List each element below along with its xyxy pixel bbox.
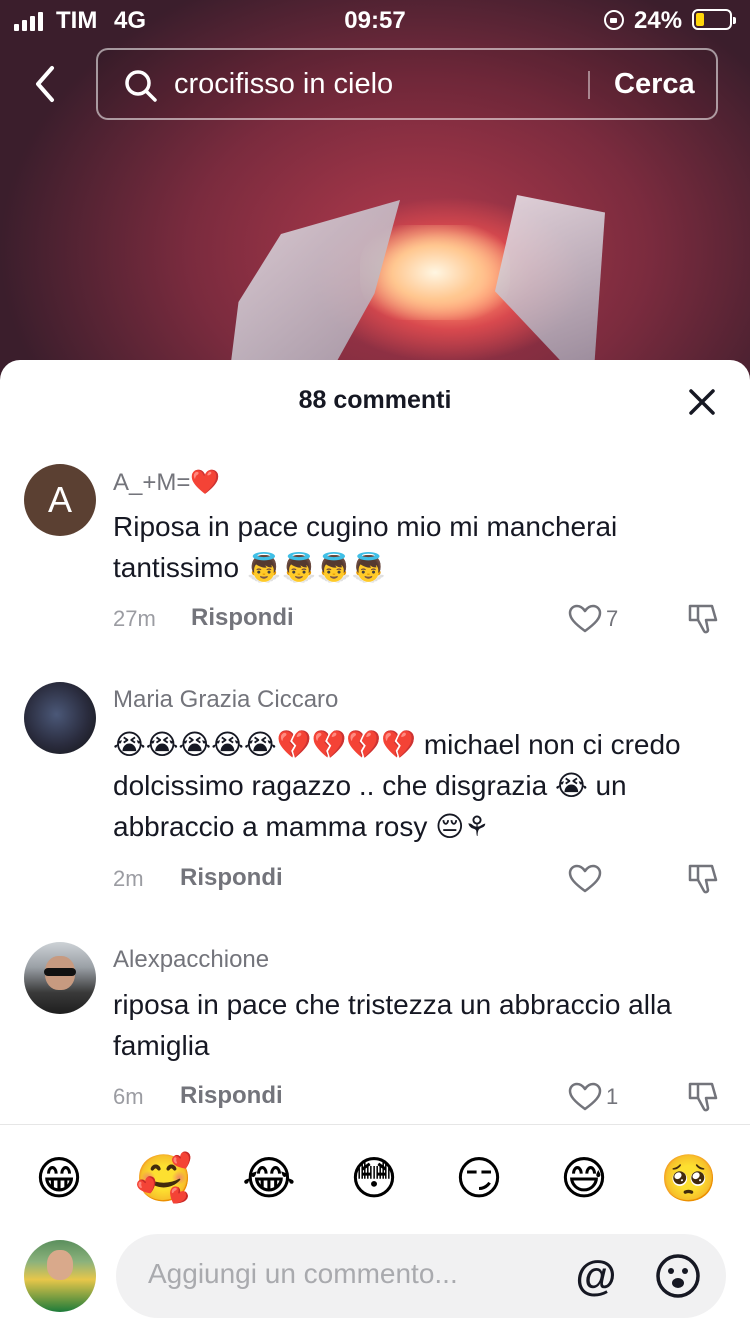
emoji-quick-bar: 😁 🥰 😂 😳 😏 😅 🥺 xyxy=(0,1140,750,1220)
comment-text: riposa in pace che tristezza un abbracci… xyxy=(113,989,672,1061)
dislike-button[interactable] xyxy=(686,602,720,636)
heart-icon xyxy=(568,1082,602,1111)
search-divider xyxy=(588,71,590,99)
emoji-sweat-smile-button[interactable]: 😅 xyxy=(554,1148,614,1208)
avatar[interactable]: A xyxy=(24,464,96,536)
dislike-button[interactable] xyxy=(686,862,720,896)
close-icon xyxy=(689,389,715,415)
status-bar: TIM 4G 09:57 24% xyxy=(0,0,750,42)
comment-text: Riposa in pace cugino mio mi mancherai t… xyxy=(113,511,618,583)
battery-icon xyxy=(692,9,736,30)
comment-username[interactable]: A_+M=❤️ xyxy=(113,468,220,497)
comment-text: 😭😭😭😭😭💔💔💔💔 michael non ci credo dolcissim… xyxy=(113,729,681,842)
my-avatar[interactable] xyxy=(24,1240,96,1312)
reply-button[interactable]: Rispondi xyxy=(191,604,294,632)
emoji-picker-button[interactable] xyxy=(654,1252,702,1300)
comment-input[interactable]: Aggiungi un commento... @ xyxy=(116,1234,726,1318)
back-button[interactable] xyxy=(28,62,64,106)
reply-button[interactable]: Rispondi xyxy=(180,864,283,892)
comment-time: 2m xyxy=(113,866,144,891)
search-query-text: crocifisso in cielo xyxy=(174,68,394,100)
heart-icon xyxy=(568,604,602,633)
video-foil-shape-right xyxy=(495,195,605,370)
rotation-lock-icon xyxy=(604,10,624,30)
comment-time: 27m xyxy=(113,606,156,631)
search-input[interactable]: crocifisso in cielo Cerca xyxy=(96,48,718,120)
reply-button[interactable]: Rispondi xyxy=(180,1082,283,1110)
comment-time: 6m xyxy=(113,1084,144,1109)
thumbs-down-icon xyxy=(688,864,718,894)
like-count: 1 xyxy=(606,1084,619,1109)
like-count: 7 xyxy=(606,606,619,631)
dislike-button[interactable] xyxy=(686,1080,720,1114)
comments-count-title: 88 commenti xyxy=(298,386,452,414)
thumbs-down-icon xyxy=(688,1082,718,1112)
heart-icon xyxy=(568,864,602,893)
search-icon xyxy=(125,70,157,102)
emoji-flushed-button[interactable]: 😳 xyxy=(344,1148,404,1208)
like-button[interactable] xyxy=(568,1082,604,1114)
avatar[interactable] xyxy=(24,682,96,754)
like-button[interactable] xyxy=(568,864,604,896)
emoji-smirk-button[interactable]: 😏 xyxy=(449,1148,509,1208)
avatar[interactable] xyxy=(24,942,96,1014)
search-submit-button[interactable]: Cerca xyxy=(614,68,695,101)
chevron-left-icon xyxy=(36,66,54,102)
comment-username[interactable]: Maria Grazia Ciccaro xyxy=(113,686,338,714)
comment-input-placeholder: Aggiungi un commento... xyxy=(148,1258,458,1289)
mention-button[interactable]: @ xyxy=(572,1252,620,1300)
comments-sheet: 88 commenti A A_+M=❤️ Riposa in pace cug… xyxy=(0,360,750,1334)
video-foil-shape-left xyxy=(230,200,400,370)
emoji-hearts-button[interactable]: 🥰 xyxy=(134,1148,194,1208)
comment-username[interactable]: Alexpacchione xyxy=(113,946,269,974)
close-button[interactable] xyxy=(684,384,720,420)
emoji-tears-of-joy-button[interactable]: 😂 xyxy=(239,1148,299,1208)
emoji-grin-button[interactable]: 😁 xyxy=(29,1148,89,1208)
thumbs-down-icon xyxy=(688,604,718,634)
battery-percentage: 24% xyxy=(634,7,683,34)
emoji-bar-divider xyxy=(0,1124,750,1125)
emoji-pleading-button[interactable]: 🥺 xyxy=(659,1148,719,1208)
like-button[interactable] xyxy=(568,604,604,636)
smiley-icon xyxy=(656,1254,700,1298)
